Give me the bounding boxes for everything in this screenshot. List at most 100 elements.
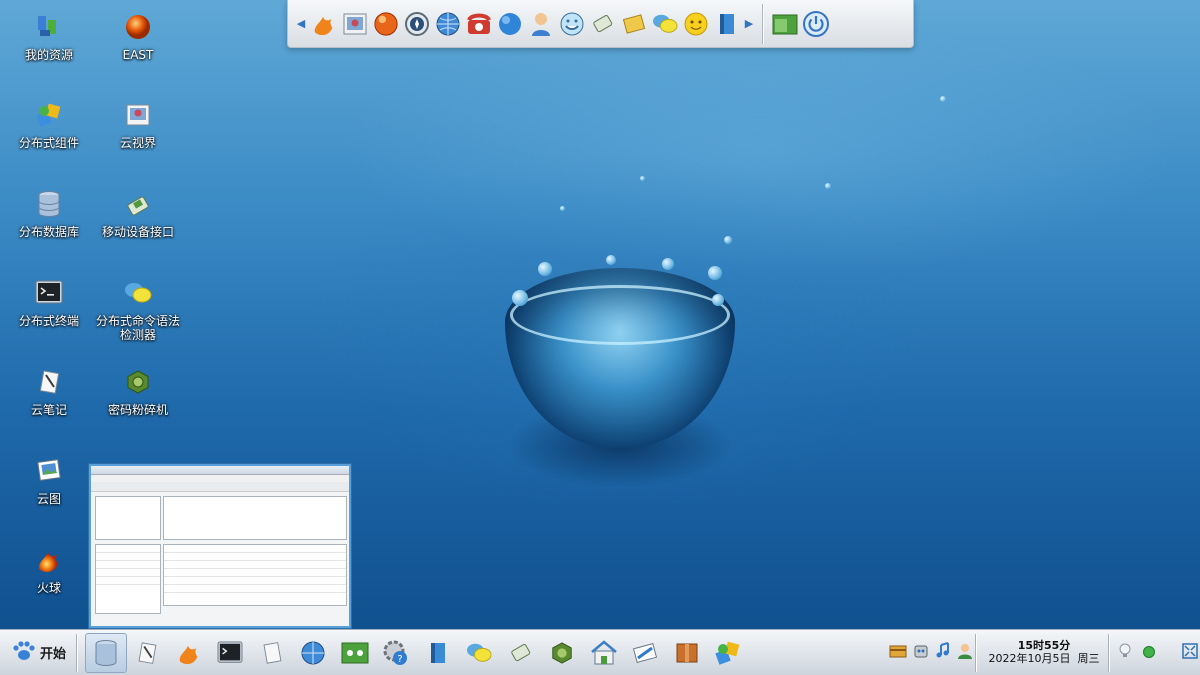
desktop-icon-database[interactable]: 分布数据库	[6, 189, 92, 239]
dock-scroll-left-icon[interactable]: ◀	[294, 17, 308, 30]
window-preview-row	[164, 577, 346, 585]
desktop-icon-command-checker[interactable]: 分布式命令语法检测器	[95, 278, 181, 342]
water-droplet	[724, 236, 732, 244]
dock-scroll-right-icon[interactable]: ▶	[742, 17, 756, 30]
water-droplet	[940, 96, 946, 102]
system-tray	[885, 630, 974, 675]
desktop-icon-fireball[interactable]: 火球	[6, 545, 92, 595]
desktop-icon-distributed-components[interactable]: 分布式组件	[6, 100, 92, 150]
window-preview-menubar	[91, 475, 349, 482]
taskbar-divider	[975, 634, 976, 672]
water-droplet	[662, 258, 674, 270]
window-preview-row	[164, 545, 346, 553]
system-tray-right	[1112, 630, 1198, 675]
paw-start-icon	[12, 640, 36, 666]
water-droplet	[538, 262, 552, 276]
desktop-icon-cloud-image[interactable]: 云图	[6, 456, 92, 506]
taskbar-app-globe[interactable]	[293, 630, 335, 675]
fireball-icon[interactable]	[308, 0, 339, 48]
user-icon[interactable]	[956, 642, 974, 664]
phone-icon[interactable]	[463, 0, 494, 48]
taskbar-app-database[interactable]	[85, 632, 127, 673]
music-icon[interactable]	[935, 642, 951, 664]
water-droplet	[712, 294, 724, 306]
window-preview-row	[96, 561, 160, 569]
card-icon[interactable]	[889, 643, 907, 663]
clock-weekday: 周三	[1077, 652, 1100, 665]
window-preview-row	[164, 553, 346, 561]
desktop-icon-terminal[interactable]: 分布式终端	[6, 278, 92, 328]
user-icon[interactable]	[525, 0, 556, 48]
fireball-icon	[34, 545, 64, 575]
water-droplet	[708, 266, 722, 280]
desktop-icon-label: 分布式终端	[18, 314, 79, 328]
orb-icon[interactable]	[370, 0, 401, 48]
taskbar-app-chat[interactable]	[459, 630, 501, 675]
window-icon[interactable]	[769, 0, 800, 48]
smiley-icon[interactable]	[680, 0, 711, 48]
window-preview-titlebar	[91, 466, 349, 475]
taskbar-app-notebook[interactable]	[127, 630, 169, 675]
desktop-icon-mobile-interface[interactable]: 移动设备接口	[95, 189, 181, 239]
status-dot-icon[interactable]	[1142, 644, 1156, 663]
desktop-icon-label: 火球	[36, 581, 61, 595]
blue-ball-icon[interactable]	[494, 0, 525, 48]
desktop-icon-label: 我的资源	[24, 48, 73, 62]
taskbar-apps: ?	[77, 630, 749, 675]
chat-bubble-icon[interactable]	[649, 0, 680, 48]
note-icon[interactable]	[618, 0, 649, 48]
notebook-icon[interactable]	[587, 0, 618, 48]
window-preview-property-pane	[95, 544, 161, 614]
photo-icon[interactable]	[339, 0, 370, 48]
fullscreen-icon[interactable]	[1182, 643, 1198, 663]
cloud-image-icon	[34, 456, 64, 486]
database-icon	[34, 189, 64, 219]
terminal-icon	[34, 278, 64, 308]
taskbar-app-shredder[interactable]	[542, 630, 584, 675]
taskbar-app-home[interactable]	[583, 630, 625, 675]
book-icon[interactable]	[711, 0, 742, 48]
taskbar-app-settings-help[interactable]: ?	[376, 630, 418, 675]
taskbar-app-box[interactable]	[666, 630, 708, 675]
taskbar: 开始 ? 15时55分 2022年10月5日 周三	[0, 629, 1200, 675]
window-preview-row	[164, 561, 346, 569]
water-droplet	[640, 176, 645, 181]
mobile-interface-icon	[123, 189, 153, 219]
taskbar-app-terminal[interactable]	[210, 630, 252, 675]
desktop-icon-cloud-notes[interactable]: 云笔记	[6, 367, 92, 417]
desktop-icon-label: 密码粉碎机	[107, 403, 168, 417]
bulb-icon[interactable]	[1118, 643, 1132, 663]
desktop-icon-cloud-vision[interactable]: 云视界	[95, 100, 181, 150]
taskbar-clock[interactable]: 15时55分 2022年10月5日 周三	[980, 630, 1108, 675]
face-icon[interactable]	[556, 0, 587, 48]
window-preview-toolbar	[91, 482, 349, 492]
robot-icon[interactable]	[912, 642, 930, 664]
desktop-icon-label: EAST	[122, 48, 154, 62]
dock-divider	[762, 3, 763, 44]
taskbar-app-pen[interactable]	[625, 630, 667, 675]
window-preview-row	[164, 569, 346, 577]
desktop-icon-east[interactable]: EAST	[95, 12, 181, 62]
desktop-icon-password-shredder[interactable]: 密码粉碎机	[95, 367, 181, 417]
chat-bubble-icon	[123, 278, 153, 308]
power-icon[interactable]	[800, 0, 831, 48]
window-preview-row	[164, 585, 346, 593]
taskbar-app-mobile-interface[interactable]	[500, 630, 542, 675]
my-resources-icon	[34, 12, 64, 42]
water-droplet	[825, 183, 831, 189]
window-preview-row	[96, 545, 160, 553]
desktop-icon-my-resources[interactable]: 我的资源	[6, 12, 92, 62]
compass-icon[interactable]	[401, 0, 432, 48]
cloud-vision-icon	[123, 100, 153, 130]
window-preview-thumbnail[interactable]	[89, 464, 351, 628]
desktop-icon-label: 分布数据库	[18, 225, 79, 239]
start-button[interactable]: 开始	[0, 630, 76, 675]
globe-icon[interactable]	[432, 0, 463, 48]
window-preview-row	[96, 569, 160, 577]
taskbar-app-book[interactable]	[417, 630, 459, 675]
notebook-icon	[34, 367, 64, 397]
taskbar-app-notes[interactable]	[251, 630, 293, 675]
taskbar-app-distributed-components[interactable]	[708, 630, 750, 675]
taskbar-app-fireball[interactable]	[168, 630, 210, 675]
taskbar-app-board[interactable]	[334, 630, 376, 675]
